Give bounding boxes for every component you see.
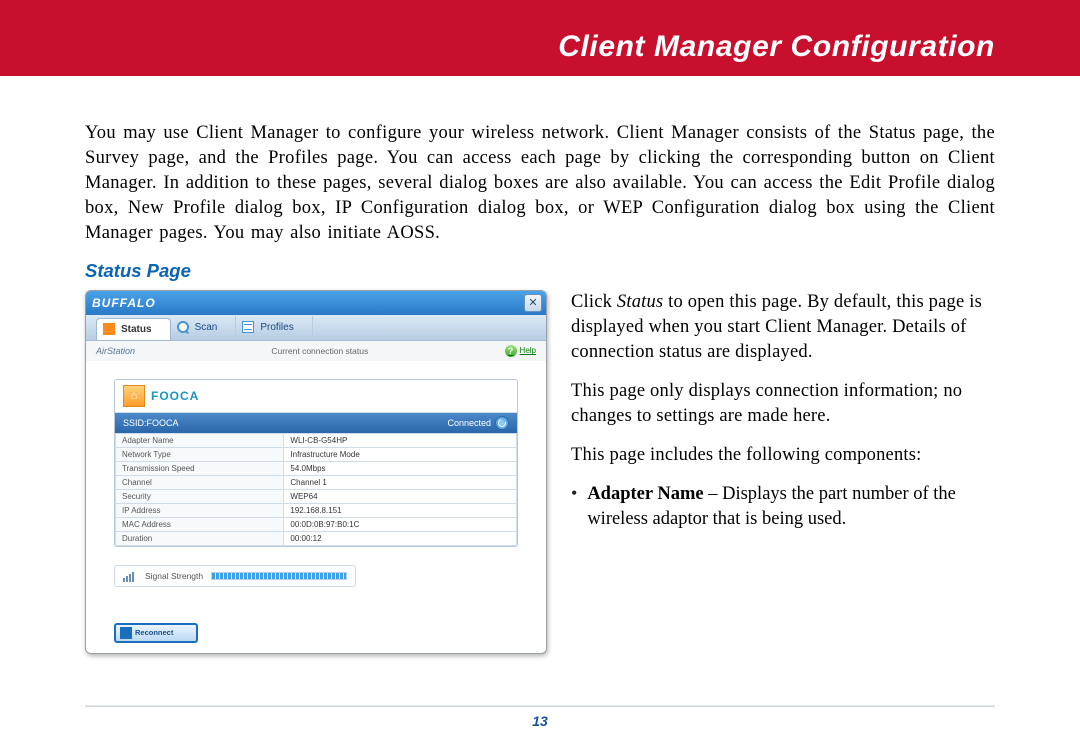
row-value: 192.168.8.151 [284, 503, 517, 517]
desc-p1: Click Status to open this page. By defau… [571, 290, 995, 365]
page-footer: 13 [0, 706, 1080, 729]
connection-card: ⌂ FOOCA SSID:FOOCA Connected [114, 379, 518, 547]
table-row: MAC Address00:0D:0B:97:B0:1C [116, 517, 517, 531]
description-column: Click Status to open this page. By defau… [571, 290, 995, 654]
table-row: Adapter NameWLI-CB-G54HP [116, 433, 517, 447]
ssid-label: SSID:FOOCA [123, 418, 179, 428]
close-icon: ✕ [528, 296, 537, 309]
client-manager-window: BUFFALO ✕ Status Scan [85, 290, 547, 654]
desc-p3: This page includes the following compone… [571, 443, 995, 468]
row-key: Channel [116, 475, 284, 489]
tab-profiles-label: Profiles [260, 322, 293, 333]
tab-status-label: Status [121, 324, 152, 335]
signal-icon [123, 570, 137, 582]
row-key: IP Address [116, 503, 284, 517]
bullet-lead: Adapter Name [587, 484, 703, 504]
row-value: 00:00:12 [284, 531, 517, 545]
section-heading-status-page: Status Page [85, 260, 995, 282]
table-row: Transmission Speed54.0Mbps [116, 461, 517, 475]
help-label: Help [520, 346, 536, 355]
network-name: FOOCA [151, 389, 199, 403]
connected-label: Connected [447, 418, 491, 428]
row-key: Transmission Speed [116, 461, 284, 475]
row-key: Security [116, 489, 284, 503]
row-key: Adapter Name [116, 433, 284, 447]
table-row: Network TypeInfrastructure Mode [116, 447, 517, 461]
row-value: WLI-CB-G54HP [284, 433, 517, 447]
help-icon: ? [505, 345, 517, 357]
page-number: 13 [0, 713, 1080, 729]
tab-status[interactable]: Status [96, 318, 171, 340]
status-icon [103, 323, 115, 335]
tab-bar: Status Scan Profiles [86, 315, 546, 341]
tab-scan-label: Scan [195, 322, 218, 333]
help-link[interactable]: ? Help [505, 345, 536, 357]
search-icon [177, 321, 189, 333]
network-icon: ⌂ [123, 385, 145, 407]
airstation-label: AirStation [96, 346, 135, 356]
intro-paragraph: You may use Client Manager to configure … [85, 121, 995, 246]
close-button[interactable]: ✕ [524, 294, 542, 312]
banner-title: Client Manager Configuration [558, 30, 995, 64]
reconnect-label: Reconnect [135, 628, 173, 637]
list-icon [242, 321, 254, 333]
row-value: 54.0Mbps [284, 461, 517, 475]
table-row: SecurityWEP64 [116, 489, 517, 503]
banner: Client Manager Configuration [0, 0, 1080, 76]
table-row: ChannelChannel 1 [116, 475, 517, 489]
bullet-adapter-name: • Adapter Name – Displays the part numbe… [571, 482, 995, 532]
signal-strength-panel: Signal Strength [114, 565, 356, 587]
titlebar: BUFFALO ✕ [86, 291, 546, 315]
current-connection-status-label: Current connection status [271, 346, 368, 356]
refresh-icon[interactable] [495, 416, 509, 430]
signal-bars [211, 572, 347, 580]
bullet-icon: • [571, 482, 577, 532]
substrip: AirStation Current connection status ? H… [86, 341, 546, 361]
status-inline: Status [617, 292, 663, 312]
row-key: Network Type [116, 447, 284, 461]
footer-rule [85, 706, 995, 707]
signal-strength-label: Signal Strength [145, 571, 203, 581]
reconnect-button[interactable]: Reconnect [114, 623, 198, 643]
table-row: Duration00:00:12 [116, 531, 517, 545]
row-value: 00:0D:0B:97:B0:1C [284, 517, 517, 531]
row-key: MAC Address [116, 517, 284, 531]
tab-scan[interactable]: Scan [171, 316, 237, 338]
tab-profiles[interactable]: Profiles [236, 316, 312, 338]
row-key: Duration [116, 531, 284, 545]
ssid-bar: SSID:FOOCA Connected [115, 413, 517, 433]
table-row: IP Address192.168.8.151 [116, 503, 517, 517]
row-value: WEP64 [284, 489, 517, 503]
brand-logo: BUFFALO [92, 296, 156, 310]
plug-icon [120, 627, 132, 639]
connection-details-table: Adapter NameWLI-CB-G54HPNetwork TypeInfr… [115, 433, 517, 546]
desc-p2: This page only displays connection infor… [571, 379, 995, 429]
row-value: Channel 1 [284, 475, 517, 489]
row-value: Infrastructure Mode [284, 447, 517, 461]
